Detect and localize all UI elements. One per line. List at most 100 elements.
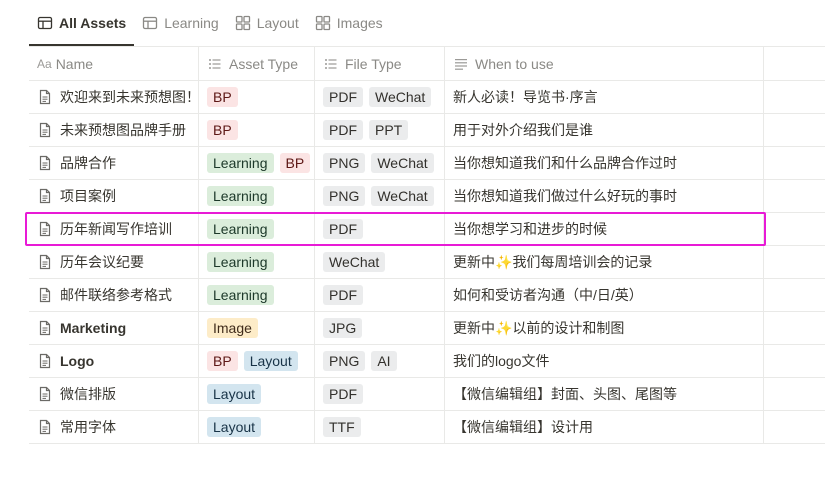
cell-empty bbox=[764, 378, 825, 410]
when-text: 以前的设计和制图 bbox=[512, 320, 625, 336]
cell-when-to-use[interactable]: 我们的logo文件 bbox=[445, 345, 764, 377]
cell-name[interactable]: 常用字体 bbox=[29, 411, 199, 443]
cell-asset-type[interactable]: BP Layout bbox=[199, 345, 315, 377]
tab-learning[interactable]: Learning bbox=[134, 0, 227, 46]
table-row[interactable]: 欢迎来到未来预想图！ BP PDF WeChat 新人必读！导览书·序言 bbox=[29, 81, 825, 114]
table-row[interactable]: 微信排版 Layout PDF 【微信编辑组】封面、头图、尾图等 bbox=[29, 378, 825, 411]
when-text: 当你想学习和进步的时候 bbox=[453, 221, 607, 237]
cell-when-to-use[interactable]: 当你想学习和进步的时候 bbox=[445, 213, 764, 245]
cell-empty bbox=[764, 213, 825, 245]
cell-when-to-use[interactable]: 更新中 ✨ 我们每周培训会的记录 bbox=[445, 246, 764, 278]
cell-file-type[interactable]: TTF bbox=[315, 411, 445, 443]
cell-name[interactable]: 欢迎来到未来预想图！ bbox=[29, 81, 199, 113]
file-type-tag: WeChat bbox=[371, 186, 434, 206]
cell-when-to-use[interactable]: 如何和受访者沟通（中/日/英） bbox=[445, 279, 764, 311]
cell-empty bbox=[764, 312, 825, 344]
cell-file-type[interactable]: PNG WeChat bbox=[315, 180, 445, 212]
cell-when-to-use[interactable]: 用于对外介绍我们是谁 bbox=[445, 114, 764, 146]
cell-asset-type[interactable]: Learning bbox=[199, 246, 315, 278]
cell-file-type[interactable]: PNG AI bbox=[315, 345, 445, 377]
cell-when-to-use[interactable]: 当你想知道我们做过什么好玩的事时 bbox=[445, 180, 764, 212]
cell-file-type[interactable]: PDF bbox=[315, 213, 445, 245]
cell-name[interactable]: Logo bbox=[29, 345, 199, 377]
table-icon bbox=[37, 15, 53, 31]
page-title[interactable]: Marketing bbox=[60, 320, 126, 336]
cell-when-to-use[interactable]: 更新中 ✨ 以前的设计和制图 bbox=[445, 312, 764, 344]
cell-when-to-use[interactable]: 当你想知道我们和什么品牌合作过时 bbox=[445, 147, 764, 179]
cell-asset-type[interactable]: Layout bbox=[199, 411, 315, 443]
table-row[interactable]: Marketing Image JPG 更新中 ✨ 以前的设计和制图 bbox=[29, 312, 825, 345]
when-text: 【微信编辑组】设计用 bbox=[453, 419, 593, 435]
page-title[interactable]: 微信排版 bbox=[60, 384, 116, 404]
cell-name[interactable]: 未来预想图品牌手册 bbox=[29, 114, 199, 146]
table-row[interactable]: 项目案例 Learning PNG WeChat 当你想知道我们做过什么好玩的事时 bbox=[29, 180, 825, 213]
column-header-label: When to use bbox=[475, 55, 554, 72]
cell-asset-type[interactable]: Layout bbox=[199, 378, 315, 410]
assets-table: Aa Name Asset Type File Type When to use… bbox=[29, 47, 825, 444]
cell-file-type[interactable]: PDF bbox=[315, 378, 445, 410]
cell-name[interactable]: Marketing bbox=[29, 312, 199, 344]
cell-name[interactable]: 微信排版 bbox=[29, 378, 199, 410]
cell-when-to-use[interactable]: 【微信编辑组】封面、头图、尾图等 bbox=[445, 378, 764, 410]
asset-type-tag: Layout bbox=[207, 384, 262, 404]
file-type-tag: PDF bbox=[323, 285, 363, 305]
cell-name[interactable]: 历年会议纪要 bbox=[29, 246, 199, 278]
when-text: 我们的logo文件 bbox=[453, 353, 550, 369]
tab-images[interactable]: Images bbox=[307, 0, 391, 46]
cell-asset-type[interactable]: Learning BP bbox=[199, 147, 315, 179]
cell-asset-type[interactable]: Learning bbox=[199, 279, 315, 311]
cell-asset-type[interactable]: Learning bbox=[199, 213, 315, 245]
cell-file-type[interactable]: PDF bbox=[315, 279, 445, 311]
cell-file-type[interactable]: PDF PPT bbox=[315, 114, 445, 146]
status-prefix: 更新中 bbox=[453, 320, 495, 336]
when-text: 当你想知道我们和什么品牌合作过时 bbox=[453, 155, 677, 171]
sparkles-icon: ✨ bbox=[495, 253, 513, 270]
asset-type-tag: BP bbox=[207, 351, 238, 371]
cell-name[interactable]: 邮件联络参考格式 bbox=[29, 279, 199, 311]
cell-name[interactable]: 品牌合作 bbox=[29, 147, 199, 179]
table-row[interactable]: 常用字体 Layout TTF 【微信编辑组】设计用 bbox=[29, 411, 825, 444]
cell-file-type[interactable]: WeChat bbox=[315, 246, 445, 278]
view-tabs: All Assets Learning Layout Images bbox=[29, 0, 391, 46]
table-row[interactable]: Logo BP Layout PNG AI 我们的logo文件 bbox=[29, 345, 825, 378]
table-row[interactable]: 历年新闻写作培训 Learning PDF 当你想学习和进步的时候 bbox=[29, 213, 825, 246]
cell-asset-type[interactable]: BP bbox=[199, 81, 315, 113]
column-header-file-type[interactable]: File Type bbox=[315, 47, 445, 80]
asset-type-tag: Learning bbox=[207, 186, 274, 206]
column-header-asset-type[interactable]: Asset Type bbox=[199, 47, 315, 80]
cell-file-type[interactable]: PDF WeChat bbox=[315, 81, 445, 113]
asset-type-tag: Learning bbox=[207, 153, 274, 173]
cell-when-to-use[interactable]: 新人必读！导览书·序言 bbox=[445, 81, 764, 113]
page-title[interactable]: 历年会议纪要 bbox=[60, 252, 144, 272]
page-title[interactable]: 邮件联络参考格式 bbox=[60, 285, 172, 305]
tab-layout[interactable]: Layout bbox=[227, 0, 307, 46]
page-title[interactable]: 历年新闻写作培训 bbox=[60, 219, 172, 239]
cell-asset-type[interactable]: Learning bbox=[199, 180, 315, 212]
cell-name[interactable]: 历年新闻写作培训 bbox=[29, 213, 199, 245]
page-icon bbox=[37, 155, 53, 171]
table-row[interactable]: 历年会议纪要 Learning WeChat 更新中 ✨ 我们每周培训会的记录 bbox=[29, 246, 825, 279]
page-title[interactable]: Logo bbox=[60, 353, 94, 369]
cell-asset-type[interactable]: Image bbox=[199, 312, 315, 344]
page-title[interactable]: 欢迎来到未来预想图！ bbox=[60, 87, 198, 107]
tab-label: Learning bbox=[164, 15, 219, 31]
table-row[interactable]: 未来预想图品牌手册 BP PDF PPT 用于对外介绍我们是谁 bbox=[29, 114, 825, 147]
cell-when-to-use[interactable]: 【微信编辑组】设计用 bbox=[445, 411, 764, 443]
cell-asset-type[interactable]: BP bbox=[199, 114, 315, 146]
page-title[interactable]: 常用字体 bbox=[60, 417, 116, 437]
gallery-icon bbox=[235, 15, 251, 31]
cell-file-type[interactable]: PNG WeChat bbox=[315, 147, 445, 179]
page-title[interactable]: 项目案例 bbox=[60, 186, 116, 206]
cell-name[interactable]: 项目案例 bbox=[29, 180, 199, 212]
cell-empty bbox=[764, 147, 825, 179]
file-type-tag: TTF bbox=[323, 417, 361, 437]
file-type-tag: WeChat bbox=[371, 153, 434, 173]
column-header-when-to-use[interactable]: When to use bbox=[445, 47, 764, 80]
column-header-name[interactable]: Aa Name bbox=[29, 47, 199, 80]
table-row[interactable]: 邮件联络参考格式 Learning PDF 如何和受访者沟通（中/日/英） bbox=[29, 279, 825, 312]
page-title[interactable]: 品牌合作 bbox=[60, 153, 116, 173]
table-row[interactable]: 品牌合作 Learning BP PNG WeChat 当你想知道我们和什么品牌合作过时 bbox=[29, 147, 825, 180]
cell-file-type[interactable]: JPG bbox=[315, 312, 445, 344]
tab-all-assets[interactable]: All Assets bbox=[29, 0, 135, 46]
page-title[interactable]: 未来预想图品牌手册 bbox=[60, 120, 186, 140]
